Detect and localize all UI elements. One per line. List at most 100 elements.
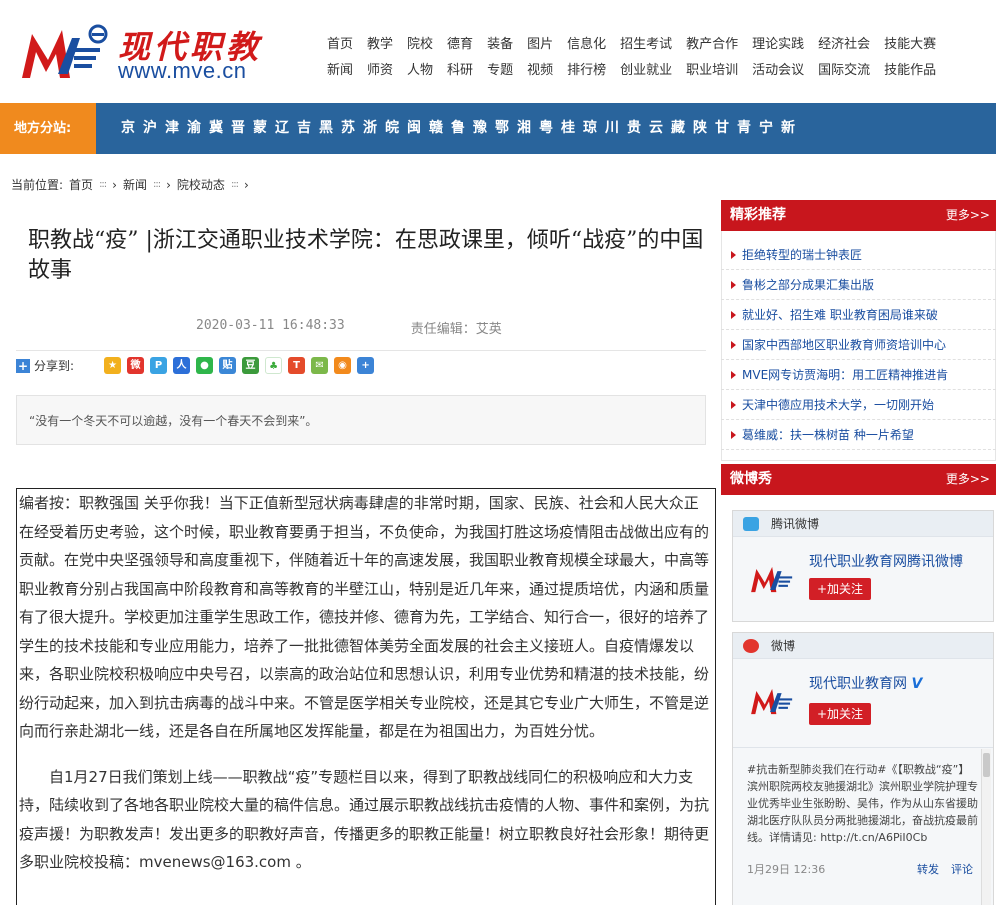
- region-item-21[interactable]: 琼: [583, 103, 597, 154]
- sina-follow-button[interactable]: +加关注: [809, 703, 871, 725]
- nav-item-row1-11[interactable]: 技能大赛: [884, 35, 936, 61]
- region-item-7[interactable]: 辽: [275, 103, 289, 154]
- region-item-17[interactable]: 鄂: [495, 103, 509, 154]
- region-item-16[interactable]: 豫: [473, 103, 487, 154]
- region-item-10[interactable]: 苏: [341, 103, 355, 154]
- nav-item-row2-1[interactable]: 师资: [367, 61, 393, 87]
- region-item-2[interactable]: 津: [165, 103, 179, 154]
- recommend-item[interactable]: 葛维威：扶一株树苗 种一片希望: [721, 420, 996, 450]
- recommend-item[interactable]: 国家中西部地区职业教育师资培训中心: [721, 330, 996, 360]
- triangle-bullet-icon: [731, 430, 736, 439]
- weibo-more-link[interactable]: 更多>>: [946, 464, 990, 495]
- wechat-share-icon[interactable]: ●: [196, 357, 214, 374]
- tieba-share-icon[interactable]: 贴: [219, 357, 237, 374]
- region-item-26[interactable]: 陕: [693, 103, 707, 154]
- douban-share-icon[interactable]: 豆: [242, 357, 260, 374]
- nav-item-row1-10[interactable]: 经济社会: [818, 35, 870, 61]
- article-quote: “没有一个冬天不可以逾越，没有一个春天不会到来”。: [16, 395, 706, 445]
- nav-item-row2-2[interactable]: 人物: [407, 61, 433, 87]
- sina-post-footer: 1月29日 12:36 转发 评论: [747, 861, 979, 877]
- nav-item-row2-9[interactable]: 活动会议: [752, 61, 804, 87]
- region-item-25[interactable]: 藏: [671, 103, 685, 154]
- region-item-0[interactable]: 京: [121, 103, 135, 154]
- sina-comment-link[interactable]: 评论: [951, 861, 973, 877]
- nav-item-row2-6[interactable]: 排行榜: [567, 61, 606, 87]
- region-item-3[interactable]: 渝: [187, 103, 201, 154]
- nav-item-row1-6[interactable]: 信息化: [567, 35, 606, 61]
- nav-item-row1-9[interactable]: 理论实践: [752, 35, 804, 61]
- tencent-follow-button[interactable]: +加关注: [809, 578, 871, 600]
- nav-item-row1-3[interactable]: 德育: [447, 35, 473, 61]
- tencent-account-name[interactable]: 现代职业教育网腾讯微博: [809, 551, 963, 571]
- mail-share-icon[interactable]: ✉: [311, 357, 329, 374]
- region-item-24[interactable]: 云: [649, 103, 663, 154]
- nav-item-row1-7[interactable]: 招生考试: [620, 35, 672, 61]
- tencent-weibo-icon: [743, 517, 759, 531]
- region-item-12[interactable]: 皖: [385, 103, 399, 154]
- tencent-weibo-body: 现代职业教育网腾讯微博 +加关注: [733, 537, 993, 621]
- tencent-weibo-header: 腾讯微博: [733, 511, 993, 537]
- kaixin-share-icon[interactable]: ♣: [265, 357, 283, 374]
- recommend-item[interactable]: 就业好、招生难 职业教育困局谁来破: [721, 300, 996, 330]
- renren-share-icon[interactable]: 人: [173, 357, 191, 374]
- more-share-icon[interactable]: +: [357, 357, 375, 374]
- nav-item-row1-8[interactable]: 教产合作: [686, 35, 738, 61]
- region-item-13[interactable]: 闽: [407, 103, 421, 154]
- region-item-29[interactable]: 宁: [759, 103, 773, 154]
- region-item-9[interactable]: 黑: [319, 103, 333, 154]
- nav-item-row1-4[interactable]: 装备: [487, 35, 513, 61]
- tianya-share-icon[interactable]: T: [288, 357, 306, 374]
- sina-scrollbar-thumb[interactable]: [983, 753, 990, 777]
- nav-item-row1-5[interactable]: 图片: [527, 35, 553, 61]
- recommend-item[interactable]: 拒绝转型的瑞士钟表匠: [721, 240, 996, 270]
- region-item-23[interactable]: 贵: [627, 103, 641, 154]
- region-item-28[interactable]: 青: [737, 103, 751, 154]
- qq-share-icon[interactable]: ◉: [334, 357, 352, 374]
- region-item-11[interactable]: 浙: [363, 103, 377, 154]
- breadcrumb-item-2[interactable]: 院校动态: [177, 176, 225, 193]
- region-item-15[interactable]: 鲁: [451, 103, 465, 154]
- region-item-30[interactable]: 新: [781, 103, 795, 154]
- nav-item-row2-10[interactable]: 国际交流: [818, 61, 870, 87]
- breadcrumb-item-0[interactable]: 首页: [69, 176, 93, 193]
- sina-repost-link[interactable]: 转发: [917, 861, 939, 877]
- triangle-bullet-icon: [731, 370, 736, 379]
- qzone-icon[interactable]: ★: [104, 357, 122, 374]
- nav-item-row1-1[interactable]: 教学: [367, 35, 393, 61]
- sina-scrollbar[interactable]: [981, 749, 991, 905]
- sina-account-logo-icon[interactable]: [749, 679, 799, 723]
- sina-account-name[interactable]: 现代职业教育网 V: [809, 673, 922, 693]
- tencent-account-logo-icon[interactable]: [749, 557, 799, 601]
- recommend-item[interactable]: 鲁彬之部分成果汇集出版: [721, 270, 996, 300]
- nav-item-row2-11[interactable]: 技能作品: [884, 61, 936, 87]
- region-item-4[interactable]: 冀: [209, 103, 223, 154]
- nav-item-row2-3[interactable]: 科研: [447, 61, 473, 87]
- breadcrumb-item-1[interactable]: 新闻: [123, 176, 147, 193]
- region-item-20[interactable]: 桂: [561, 103, 575, 154]
- nav-item-row2-5[interactable]: 视频: [527, 61, 553, 87]
- site-header: 现代职教 www.mve.cn 首页 教学 院校 德育 装备 图片 信息化 招生考试 教产合作理…: [0, 0, 996, 103]
- recommend-item[interactable]: 天津中德应用技术大学，一切刚开始: [721, 390, 996, 420]
- recommend-item[interactable]: MVE网专访贾海明：用工匠精神推进肯: [721, 360, 996, 390]
- region-item-27[interactable]: 甘: [715, 103, 729, 154]
- nav-item-row1-0[interactable]: 首页: [327, 35, 353, 61]
- nav-item-row2-7[interactable]: 创业就业: [620, 61, 672, 87]
- region-item-6[interactable]: 蒙: [253, 103, 267, 154]
- region-item-8[interactable]: 吉: [297, 103, 311, 154]
- region-item-5[interactable]: 晋: [231, 103, 245, 154]
- region-item-18[interactable]: 湘: [517, 103, 531, 154]
- recommend-more-link[interactable]: 更多>>: [946, 200, 990, 231]
- sina-weibo-share-icon[interactable]: 微: [127, 357, 145, 374]
- nav-item-row2-8[interactable]: 职业培训: [686, 61, 738, 87]
- tencent-weibo-share-icon[interactable]: P: [150, 357, 168, 374]
- nav-item-row2-4[interactable]: 专题: [487, 61, 513, 87]
- breadcrumb: 当前位置: 首页::: › 新闻::: › 院校动态::: ›: [11, 176, 249, 193]
- share-plus-icon[interactable]: +: [16, 358, 30, 373]
- region-item-1[interactable]: 沪: [143, 103, 157, 154]
- region-item-22[interactable]: 川: [605, 103, 619, 154]
- region-item-19[interactable]: 粤: [539, 103, 553, 154]
- region-item-14[interactable]: 赣: [429, 103, 443, 154]
- nav-item-row2-0[interactable]: 新闻: [327, 61, 353, 87]
- nav-item-row1-2[interactable]: 院校: [407, 35, 433, 61]
- site-logo[interactable]: 现代职教 www.mve.cn: [18, 18, 318, 88]
